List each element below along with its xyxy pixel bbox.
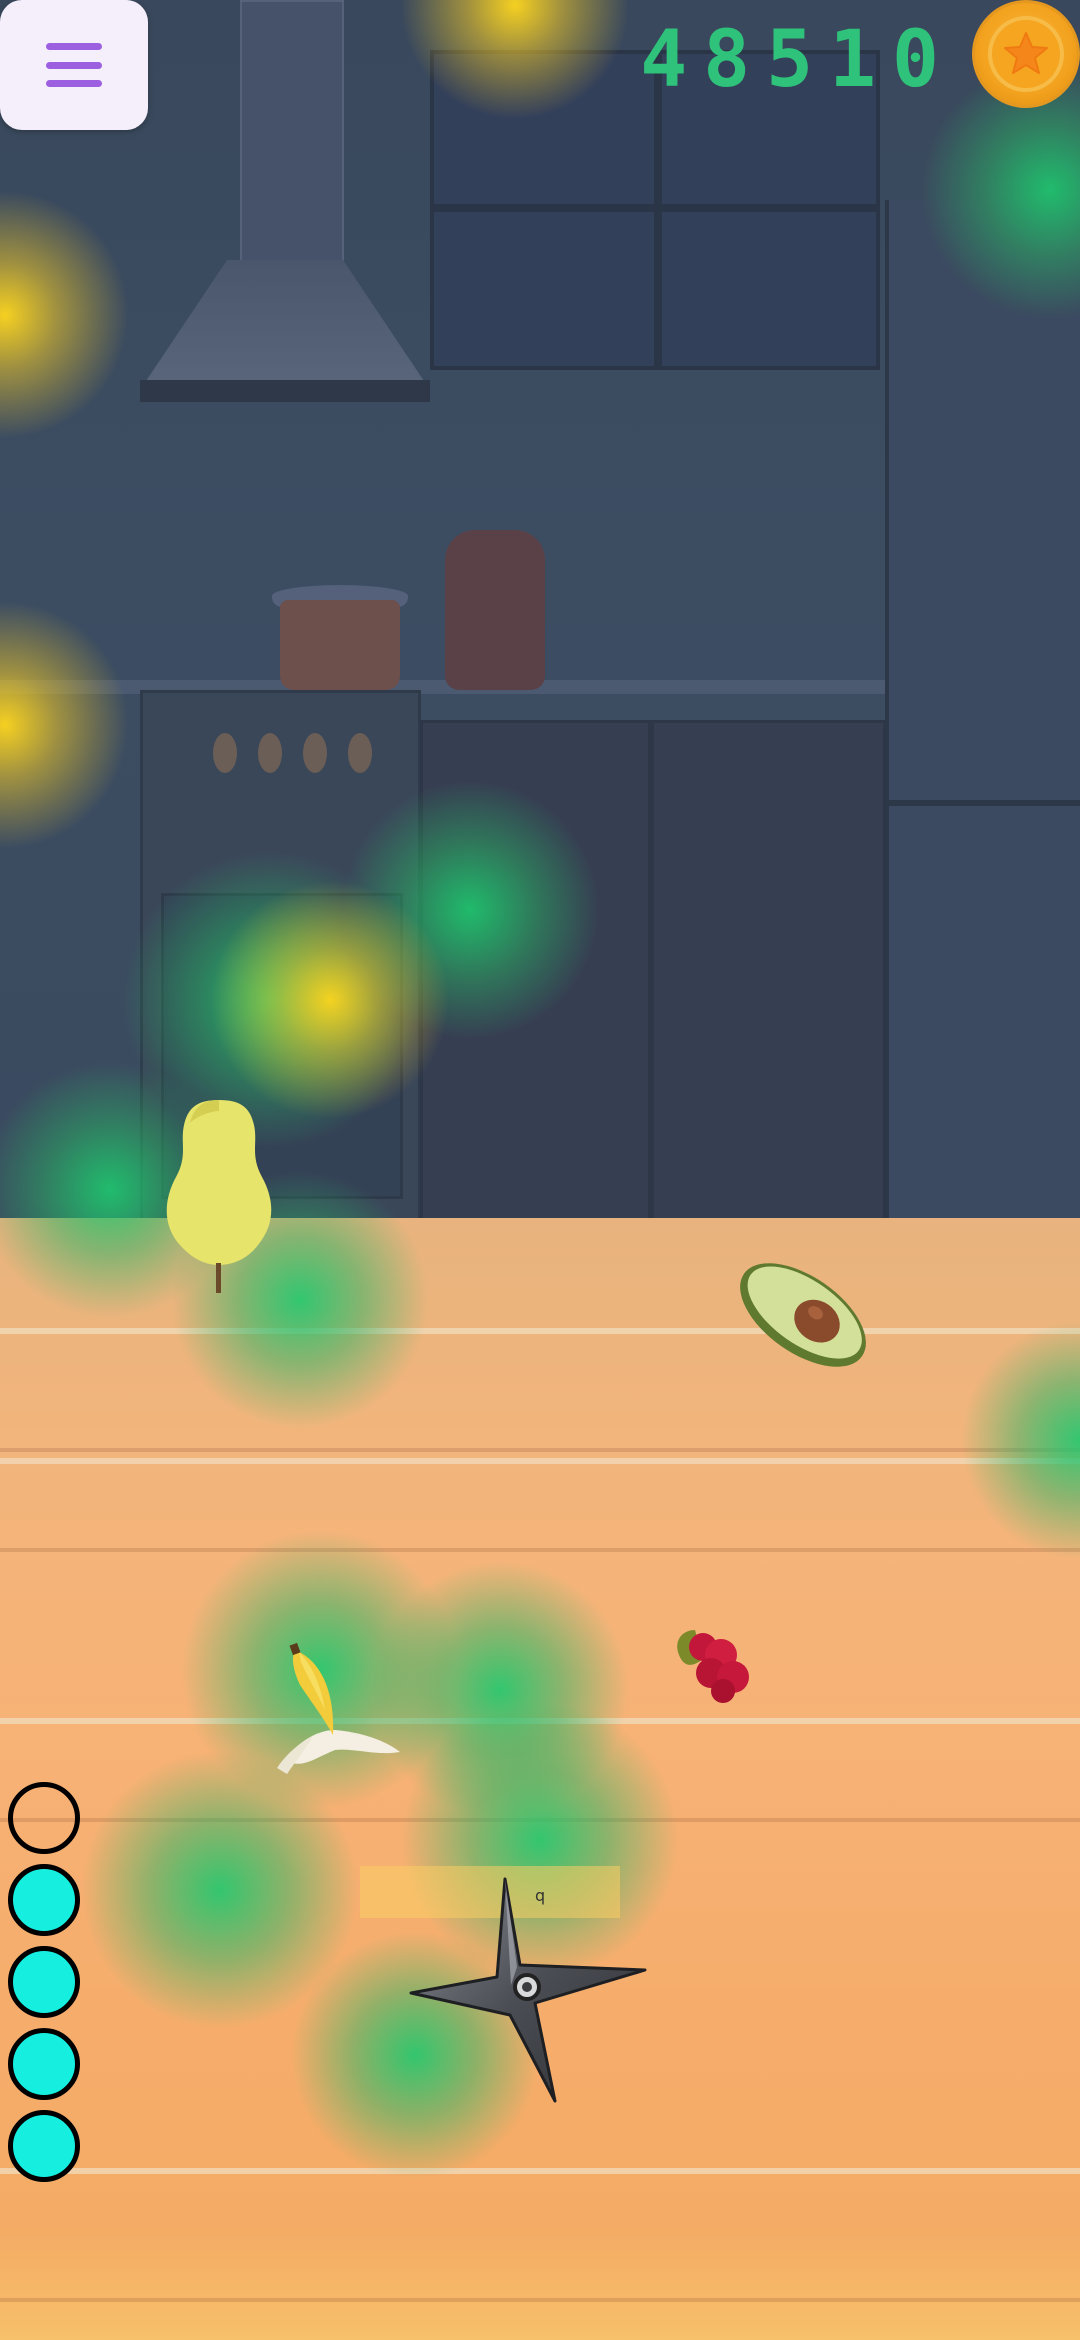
wooden-table [0, 1218, 1080, 2340]
life-slot-full [8, 1864, 80, 1936]
cooking-pot [280, 600, 400, 690]
lives-indicator [8, 1782, 88, 2192]
kitchen-cabinet [420, 720, 886, 1226]
score-counter: 48510 [640, 15, 955, 105]
raspberry-icon[interactable] [665, 1625, 765, 1710]
avocado-icon[interactable] [728, 1240, 878, 1390]
life-slot-empty [8, 1782, 80, 1854]
shuriken-icon[interactable] [405, 1875, 650, 2105]
countertop-edge [0, 680, 885, 694]
life-slot-full [8, 2110, 80, 2182]
life-slot-full [8, 2028, 80, 2100]
hamburger-menu-icon [46, 43, 102, 87]
star-coin-icon [972, 0, 1080, 108]
pear-icon[interactable] [158, 1095, 280, 1295]
menu-button[interactable] [0, 0, 148, 130]
kettle [445, 530, 545, 690]
banana-icon[interactable] [265, 1640, 405, 1775]
life-slot-full [8, 1946, 80, 2018]
refrigerator [885, 200, 1080, 1220]
range-hood [140, 0, 430, 402]
